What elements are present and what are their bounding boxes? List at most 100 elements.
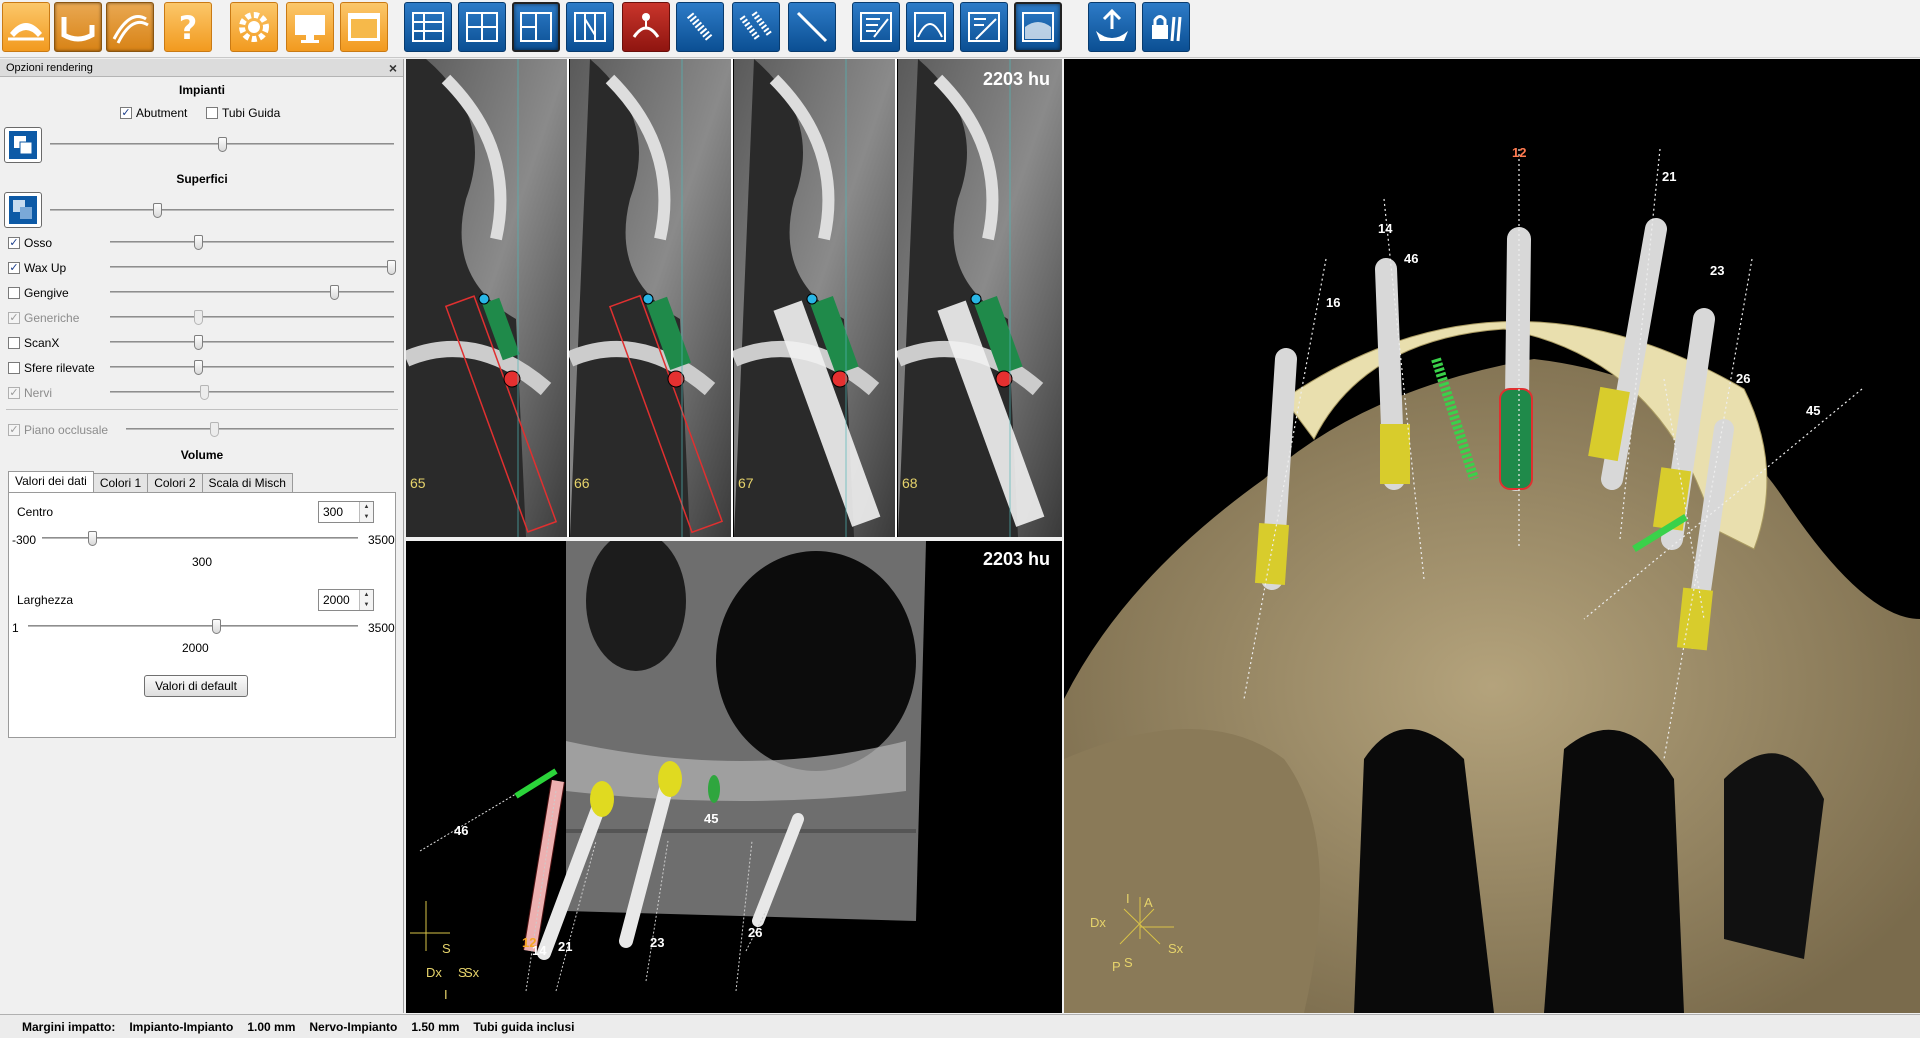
center-spin-arrows[interactable]: ▲ ▼ [359, 502, 373, 522]
implant-button[interactable] [676, 2, 724, 52]
abutment-label: Abutment [136, 106, 188, 120]
occlusal-plane-checkbox[interactable]: ✓ Piano occlusale [8, 423, 108, 437]
layout-2-button[interactable] [458, 2, 506, 52]
nerves-check-box: ✓ [8, 387, 20, 399]
layout-grid-icon [466, 12, 498, 42]
detected-spheres-label: Sfere rilevate [24, 361, 95, 375]
panoramic-label-26: 26 [748, 925, 763, 940]
annotation-button[interactable] [852, 2, 900, 52]
window-button[interactable] [340, 2, 388, 52]
implants-opacity-slider[interactable] [50, 137, 394, 152]
line-tool-button[interactable] [960, 2, 1008, 52]
slice-66 [566, 59, 732, 537]
upper-jaw-button[interactable] [2, 2, 50, 52]
panoramic-label-45: 45 [704, 811, 719, 826]
guide-tubes-label: Tubi Guida [222, 106, 281, 120]
line-tool-icon [968, 12, 1000, 42]
panel-close-button[interactable]: × [389, 59, 397, 77]
width-spinbox[interactable]: 2000 ▲ ▼ [318, 589, 374, 611]
annotation-icon [860, 12, 892, 42]
scanx-opacity-slider[interactable] [110, 335, 394, 350]
detected-spheres-checkbox[interactable]: Sfere rilevate [8, 361, 95, 375]
nerve-button[interactable] [622, 2, 670, 52]
render-label-26: 26 [1736, 371, 1751, 386]
nerves-opacity-slider[interactable] [110, 385, 394, 400]
slice-68 [894, 59, 1062, 537]
panoramic-curve-button[interactable] [106, 2, 154, 52]
rendering-options-panel: Opzioni rendering × Impianti ✓ Abutment … [0, 59, 404, 1013]
detected-spheres-opacity-slider[interactable] [110, 360, 394, 375]
implant-render-mode-button[interactable] [4, 127, 42, 163]
wax-up-label: Wax Up [24, 261, 67, 275]
nerves-label: Nervi [24, 386, 53, 400]
panel-title: Opzioni rendering [6, 62, 93, 74]
width-spin-arrows[interactable]: ▲ ▼ [359, 590, 373, 610]
slice-label-65: 65 [410, 475, 426, 491]
wax-up-check-box: ✓ [8, 262, 20, 274]
panoramic-curve-icon [112, 15, 149, 44]
scanx-check-box [8, 337, 20, 349]
layout-list-icon [412, 12, 444, 42]
center-slider[interactable] [42, 531, 358, 546]
wax-up-opacity-slider[interactable] [110, 260, 397, 275]
render-label-14: 14 [1378, 221, 1393, 236]
data-values-pane [8, 492, 396, 738]
bone-label: Osso [24, 236, 53, 250]
render-3d-image [1064, 148, 1920, 1013]
abutment-checkbox[interactable]: ✓ Abutment [120, 106, 187, 120]
tab-colors-2[interactable]: Colori 2 [147, 473, 203, 493]
implant-pair-button[interactable] [732, 2, 780, 52]
layout-1-button[interactable] [404, 2, 452, 52]
export-button[interactable] [1088, 2, 1136, 52]
scanx-checkbox[interactable]: ScanX [8, 336, 59, 350]
status-margins-label: Margini impatto: [22, 1019, 116, 1034]
help-button[interactable]: ? [164, 2, 212, 52]
guide-tubes-checkbox[interactable]: Tubi Guida [206, 106, 280, 120]
surfaces-opacity-slider[interactable] [50, 203, 394, 218]
width-value: 2000 [323, 593, 350, 607]
render-3d-view[interactable]: 12 21 14 46 16 23 26 45 I A Dx Sx P S [1064, 59, 1920, 1013]
cross-section-view[interactable]: 2203 hu 65 66 67 68 [406, 59, 1062, 537]
detected-spheres-check-box [8, 362, 20, 374]
settings-button[interactable] [230, 2, 278, 52]
tab-misch-scale[interactable]: Scala di Misch [201, 473, 293, 493]
center-max-label: 3500 [368, 533, 395, 547]
status-guide-tubes: Tubi guida inclusi [473, 1019, 575, 1034]
width-slider[interactable] [28, 619, 358, 634]
layout-4-button[interactable] [566, 2, 614, 52]
lock-button[interactable] [1142, 2, 1190, 52]
tab-colors-1[interactable]: Colori 1 [92, 473, 149, 493]
gums-check-box [8, 287, 20, 299]
implant-16 [1254, 348, 1297, 590]
center-spinbox[interactable]: 300 ▲ ▼ [318, 501, 374, 523]
curve-button[interactable] [906, 2, 954, 52]
default-values-button[interactable]: Valori di default [144, 675, 248, 697]
guide-tubes-check-box [206, 107, 218, 119]
layout-3-button[interactable] [512, 2, 560, 52]
tab-data-values[interactable]: Valori dei dati [8, 471, 94, 493]
lower-jaw-button[interactable] [54, 2, 102, 52]
gums-checkbox[interactable]: Gengive [8, 286, 69, 300]
nerve-icon [632, 13, 660, 38]
implants-section-title: Impianti [178, 83, 225, 97]
generic-checkbox[interactable]: ✓ Generiche [8, 311, 79, 325]
status-implant-implant-label: Impianto-Impianto [129, 1019, 234, 1034]
panoramic-view[interactable]: 2203 hu 46 45 12 14 21 23 26 S Dx S Sx I [406, 541, 1062, 1013]
surface-button[interactable] [1014, 2, 1062, 52]
monitor-button[interactable] [286, 2, 334, 52]
center-min-label: -300 [12, 533, 37, 547]
slice-label-66: 66 [574, 475, 590, 491]
wax-up-checkbox[interactable]: ✓ Wax Up [8, 261, 66, 275]
occlusal-plane-check-box: ✓ [8, 424, 20, 436]
ruler-icon [796, 11, 828, 43]
nerves-checkbox[interactable]: ✓ Nervi [8, 386, 52, 400]
gums-opacity-slider[interactable] [110, 285, 394, 300]
surface-render-mode-button[interactable] [4, 192, 42, 228]
generic-opacity-slider[interactable] [110, 310, 394, 325]
volume-tabs: Valori dei dati Colori 1 Colori 2 Scala … [8, 471, 293, 493]
occlusal-plane-slider[interactable] [126, 422, 394, 437]
measure-button[interactable] [788, 2, 836, 52]
bone-checkbox[interactable]: ✓ Osso [8, 236, 52, 250]
abutment-check-box: ✓ [120, 107, 132, 119]
bone-opacity-slider[interactable] [110, 235, 394, 250]
